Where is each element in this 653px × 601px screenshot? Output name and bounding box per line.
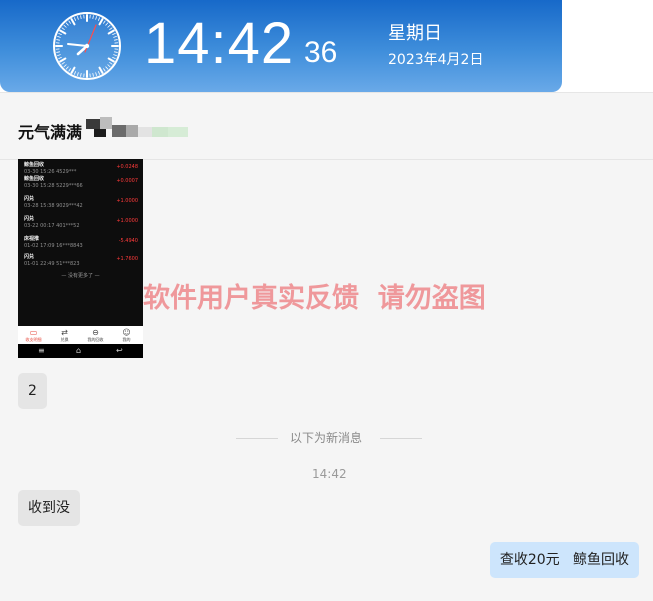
message-bubble[interactable]: 收到没 — [18, 490, 80, 526]
pixelated-redaction — [86, 117, 190, 145]
clock-banner: 14:42 36 星期日 2023年4月2日 — [0, 0, 562, 92]
clock-seconds: 36 — [304, 36, 337, 70]
list-item: 闪兑 01-01 22:49 51***823 +1.7600 — [18, 251, 143, 271]
recycle-icon: ⊖ — [83, 328, 108, 337]
exchange-icon: ⇄ — [52, 328, 77, 337]
message-bubble[interactable]: 2 — [18, 373, 47, 409]
contact-name[interactable]: 元气满满 — [18, 121, 82, 145]
list-item: 鲸鱼回收 03-30 15:28 5229***66 +0.0007 — [18, 173, 143, 193]
nav-item: ▭ 收支明细 — [21, 328, 46, 343]
back-icon: ↩ — [116, 344, 123, 358]
menu-icon: ≡ — [38, 344, 45, 358]
clock-time: 14:42 — [144, 8, 294, 80]
nav-item: ⇄ 兑换 — [52, 328, 77, 343]
no-more-label: — 没有更多了 — — [18, 272, 143, 279]
list-item: 床视推 01-02 17:09 16***8843 -5.4940 — [18, 233, 143, 253]
clock-weekday: 星期日 — [388, 22, 442, 46]
watermark-text: 软件用户真实反馈 请勿盗图 — [143, 281, 486, 317]
divider-line — [380, 438, 422, 439]
wallet-icon: ▭ — [21, 328, 46, 337]
chat-header: 元气满满 — [0, 111, 653, 160]
list-item: 闪兑 03-28 15:38 9029***42 +1.0000 — [18, 193, 143, 213]
new-messages-label: 以下为新消息 — [290, 429, 362, 447]
new-messages-divider: 以下为新消息 — [236, 429, 422, 449]
user-icon: ☺ — [114, 328, 139, 337]
image-message[interactable]: 鲸鱼回收 03-30 15:26 4529*** +0.0248 鲸鱼回收 03… — [18, 159, 143, 358]
clock-date: 2023年4月2日 — [388, 51, 483, 69]
home-icon: ⌂ — [76, 344, 81, 358]
nav-item: ⊖ 我的回收 — [83, 328, 108, 343]
list-item: 闪兑 03-22 00:17 401***52 +1.0000 — [18, 213, 143, 233]
nav-item: ☺ 我的 — [114, 328, 139, 343]
divider-line — [236, 438, 278, 439]
image-system-bar: ≡ ⌂ ↩ — [18, 344, 143, 358]
image-bottom-nav: ▭ 收支明细 ⇄ 兑换 ⊖ 我的回收 ☺ 我的 — [18, 326, 143, 344]
sent-message-bubble[interactable]: 查收20元 鲸鱼回收 — [490, 542, 639, 578]
analog-clock-icon — [52, 11, 122, 81]
chat-panel: 元气满满 鲸鱼回收 03-30 15:26 4529*** +0.0248 鲸鱼… — [0, 92, 653, 601]
message-timestamp: 14:42 — [312, 465, 347, 483]
